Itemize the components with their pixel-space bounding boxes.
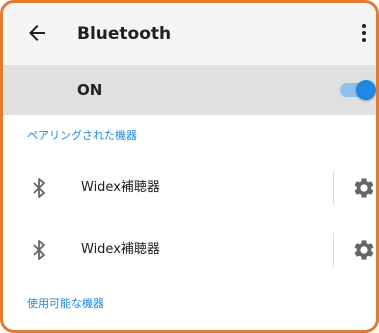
switch-state-label: ON (77, 81, 103, 99)
bluetooth-settings-screen: Bluetooth ON ペアリングされた機器 Widex補聴器 Widex補聴… (0, 0, 379, 333)
available-devices-header: 使用可能な機器 (27, 297, 104, 310)
switch-thumb (356, 80, 376, 100)
bluetooth-toggle-switch[interactable] (338, 80, 376, 100)
paired-device-row[interactable]: Widex補聴器 (3, 225, 376, 275)
page-title: Bluetooth (77, 24, 172, 44)
device-name: Widex補聴器 (81, 180, 160, 195)
bluetooth-icon (27, 176, 51, 200)
bluetooth-icon (27, 238, 51, 262)
gear-icon[interactable] (352, 238, 376, 262)
paired-devices-header: ペアリングされた機器 (27, 129, 137, 142)
toolbar: Bluetooth (3, 3, 376, 65)
row-divider (333, 233, 334, 267)
back-arrow-icon[interactable] (25, 21, 49, 45)
gear-icon[interactable] (352, 176, 376, 200)
row-divider (333, 171, 334, 205)
device-name: Widex補聴器 (81, 242, 160, 257)
paired-device-row[interactable]: Widex補聴器 (3, 163, 376, 213)
more-vertical-icon[interactable] (352, 21, 376, 45)
bluetooth-master-switch-row[interactable]: ON (3, 65, 376, 115)
